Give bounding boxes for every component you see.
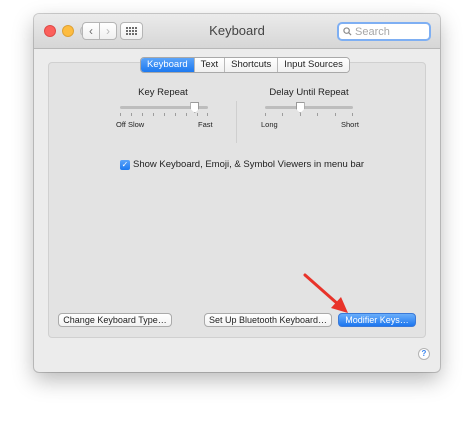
- red-arrow-icon: [303, 273, 348, 313]
